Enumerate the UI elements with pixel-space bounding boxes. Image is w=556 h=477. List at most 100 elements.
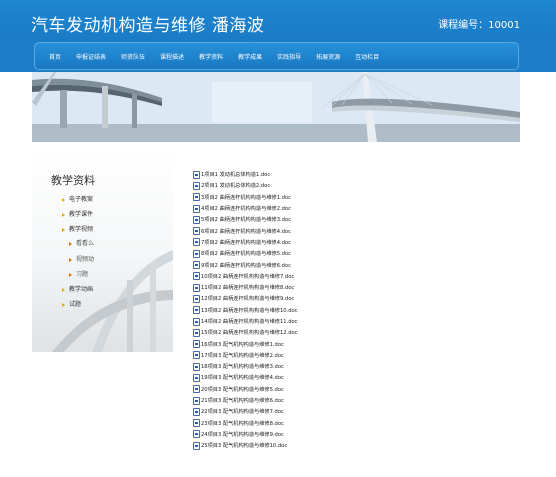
file-link[interactable]: 6项目2 曲柄连杆机构构造与维修4.doc bbox=[201, 228, 291, 235]
file-row[interactable]: 22项目3 配气机构构造与维修7.doc bbox=[193, 406, 298, 417]
file-link[interactable]: 18项目3 配气机构构造与维修3.doc bbox=[201, 363, 284, 370]
bullet-icon bbox=[62, 287, 65, 292]
word-doc-icon bbox=[193, 441, 200, 450]
word-doc-icon bbox=[193, 272, 200, 281]
file-link[interactable]: 7项目2 曲柄连杆机构构造与维修4.doc bbox=[201, 239, 291, 246]
file-row[interactable]: 23项目3 配气机构构造与维修8.doc bbox=[193, 418, 298, 429]
file-link[interactable]: 11项目2 曲柄连杆机构构造与维修8.doc bbox=[201, 284, 294, 291]
file-row[interactable]: 5项目2 曲柄连杆机构构造与维修3.doc bbox=[193, 214, 298, 225]
site-header: 汽车发动机构造与维修 潘海波 课程编号：10001 bbox=[0, 0, 556, 42]
nav-item-practice-guide[interactable]: 实践指导 bbox=[277, 52, 301, 61]
word-doc-icon bbox=[193, 238, 200, 247]
file-link[interactable]: 4项目2 曲柄连杆机构构造与维修2.doc bbox=[201, 205, 291, 212]
sidebar-title: 教学资料 bbox=[51, 174, 95, 187]
file-row[interactable]: 15项目2 曲柄连杆机构构造与维修12.doc bbox=[193, 327, 298, 338]
file-row[interactable]: 25项目3 配气机构构造与维修10.doc bbox=[193, 440, 298, 451]
bullet-icon bbox=[69, 241, 72, 246]
word-doc-icon bbox=[193, 340, 200, 349]
course-number: 课程编号：10001 bbox=[438, 20, 520, 31]
file-link[interactable]: 12项目2 曲柄连杆机构构造与维修9.doc bbox=[201, 295, 294, 302]
sidebar-item-lesson-plans[interactable]: 电子教案 bbox=[62, 194, 93, 203]
nav-item-application[interactable]: 申报证结表 bbox=[76, 52, 106, 61]
file-link[interactable]: 2项目1 发动机总体构造2.doc bbox=[201, 182, 270, 189]
bullet-icon bbox=[62, 197, 65, 202]
file-row[interactable]: 14项目2 曲柄连杆机构构造与维修11.doc bbox=[193, 316, 298, 327]
file-list: 1项目1 发动机总体构造1.doc 2项目1 发动机总体构造2.doc 3项目2 曲… bbox=[193, 169, 298, 451]
file-link[interactable]: 8项目2 曲柄连杆机构构造与维修5.doc bbox=[201, 250, 291, 257]
sidebar-subitem-1[interactable]: 看看么 bbox=[69, 238, 94, 247]
word-doc-icon bbox=[193, 385, 200, 394]
word-doc-icon bbox=[193, 170, 200, 179]
sidebar-item-courseware[interactable]: 教学课件 bbox=[62, 209, 93, 218]
nav-item-achievements[interactable]: 教学成果 bbox=[238, 52, 262, 61]
nav-item-course-description[interactable]: 课程描述 bbox=[160, 52, 184, 61]
nav-item-home[interactable]: 首页 bbox=[49, 52, 61, 61]
word-doc-icon bbox=[193, 283, 200, 292]
file-row[interactable]: 24项目3 配气机构构造与维修9.doc bbox=[193, 429, 298, 440]
file-link[interactable]: 17项目3 配气机构构造与维修2.doc bbox=[201, 352, 284, 359]
word-doc-icon bbox=[193, 181, 200, 190]
word-doc-icon bbox=[193, 430, 200, 439]
file-link[interactable]: 19项目3 配气机构构造与维修4.doc bbox=[201, 374, 284, 381]
nav-item-faculty[interactable]: 师资队伍 bbox=[121, 52, 145, 61]
file-link[interactable]: 14项目2 曲柄连杆机构构造与维修11.doc bbox=[201, 318, 298, 325]
word-doc-icon bbox=[193, 306, 200, 315]
file-row[interactable]: 13项目2 曲柄连杆机构构造与维修10.doc bbox=[193, 305, 298, 316]
file-row[interactable]: 1项目1 发动机总体构造1.doc bbox=[193, 169, 298, 180]
file-row[interactable]: 18项目3 配气机构构造与维修3.doc bbox=[193, 361, 298, 372]
nav-item-teaching-materials[interactable]: 教学资料 bbox=[199, 52, 223, 61]
file-link[interactable]: 9项目2 曲柄连杆机构构造与维修6.doc bbox=[201, 262, 291, 269]
file-row[interactable]: 9项目2 曲柄连杆机构构造与维修6.doc bbox=[193, 259, 298, 270]
file-link[interactable]: 22项目3 配气机构构造与维修7.doc bbox=[201, 408, 284, 415]
file-row[interactable]: 19项目3 配气机构构造与维修4.doc bbox=[193, 372, 298, 383]
sidebar-subitem-3[interactable]: 习题 bbox=[69, 269, 88, 278]
file-row[interactable]: 8项目2 曲柄连杆机构构造与维修5.doc bbox=[193, 248, 298, 259]
bullet-icon bbox=[69, 257, 72, 262]
file-link[interactable]: 13项目2 曲柄连杆机构构造与维修10.doc bbox=[201, 307, 298, 314]
file-row[interactable]: 6项目2 曲柄连杆机构构造与维修4.doc bbox=[193, 225, 298, 236]
sidebar-item-teaching-video[interactable]: 教学视频 bbox=[62, 224, 93, 233]
word-doc-icon bbox=[193, 419, 200, 428]
word-doc-icon bbox=[193, 317, 200, 326]
file-link[interactable]: 24项目3 配气机构构造与维修9.doc bbox=[201, 431, 284, 438]
word-doc-icon bbox=[193, 373, 200, 382]
bullet-icon bbox=[62, 302, 65, 307]
word-doc-icon bbox=[193, 351, 200, 360]
file-row[interactable]: 7项目2 曲柄连杆机构构造与维修4.doc bbox=[193, 237, 298, 248]
file-link[interactable]: 1项目1 发动机总体构造1.doc bbox=[201, 171, 270, 178]
bullet-icon bbox=[62, 227, 65, 232]
file-row[interactable]: 12项目2 曲柄连杆机构构造与维修9.doc bbox=[193, 293, 298, 304]
file-row[interactable]: 11项目2 曲柄连杆机构构造与维修8.doc bbox=[193, 282, 298, 293]
banner-image bbox=[32, 72, 520, 142]
sidebar-item-exam[interactable]: 试题 bbox=[62, 299, 81, 308]
file-link[interactable]: 10项目2 曲柄连杆机构构造与维修7.doc bbox=[201, 273, 294, 280]
sidebar-subitem-2[interactable]: 视频动 bbox=[69, 254, 94, 263]
word-doc-icon bbox=[193, 396, 200, 405]
sidebar-item-animation[interactable]: 教学动画 bbox=[62, 284, 93, 293]
file-row[interactable]: 17项目3 配气机构构造与维修2.doc bbox=[193, 350, 298, 361]
file-link[interactable]: 21项目3 配气机构构造与维修6.doc bbox=[201, 397, 284, 404]
file-link[interactable]: 23项目3 配气机构构造与维修8.doc bbox=[201, 420, 284, 427]
file-row[interactable]: 20项目3 配气机构构造与维修5.doc bbox=[193, 384, 298, 395]
file-row[interactable]: 16项目3 配气机构构造与维修1.doc bbox=[193, 338, 298, 349]
file-link[interactable]: 25项目3 配气机构构造与维修10.doc bbox=[201, 442, 287, 449]
nav-item-interaction[interactable]: 互动栏目 bbox=[355, 52, 379, 61]
file-row[interactable]: 3项目2 曲柄连杆机构构造与维修1.doc bbox=[193, 192, 298, 203]
content-area: 1项目1 发动机总体构造1.doc 2项目1 发动机总体构造2.doc 3项目2 曲… bbox=[173, 142, 521, 477]
word-doc-icon bbox=[193, 362, 200, 371]
sidebar: 教学资料 电子教案 教学课件 教学视频 看看么 视频动 习题 教学动画 试题 bbox=[32, 150, 173, 352]
file-link[interactable]: 15项目2 曲柄连杆机构构造与维修12.doc bbox=[201, 329, 298, 336]
file-link[interactable]: 3项目2 曲柄连杆机构构造与维修1.doc bbox=[201, 194, 291, 201]
file-row[interactable]: 21项目3 配气机构构造与维修6.doc bbox=[193, 395, 298, 406]
file-link[interactable]: 16项目3 配气机构构造与维修1.doc bbox=[201, 341, 284, 348]
course-title: 汽车发动机构造与维修 潘海波 bbox=[31, 16, 265, 36]
main-nav: 首页 申报证结表 师资队伍 课程描述 教学资料 教学成果 实践指导 拓展资源 互… bbox=[34, 42, 519, 70]
file-link[interactable]: 5项目2 曲柄连杆机构构造与维修3.doc bbox=[201, 216, 291, 223]
word-doc-icon bbox=[193, 215, 200, 224]
file-row[interactable]: 2项目1 发动机总体构造2.doc bbox=[193, 180, 298, 191]
word-doc-icon bbox=[193, 261, 200, 270]
file-row[interactable]: 4项目2 曲柄连杆机构构造与维修2.doc bbox=[193, 203, 298, 214]
nav-item-extended-resources[interactable]: 拓展资源 bbox=[316, 52, 340, 61]
file-link[interactable]: 20项目3 配气机构构造与维修5.doc bbox=[201, 386, 284, 393]
file-row[interactable]: 10项目2 曲柄连杆机构构造与维修7.doc bbox=[193, 271, 298, 282]
